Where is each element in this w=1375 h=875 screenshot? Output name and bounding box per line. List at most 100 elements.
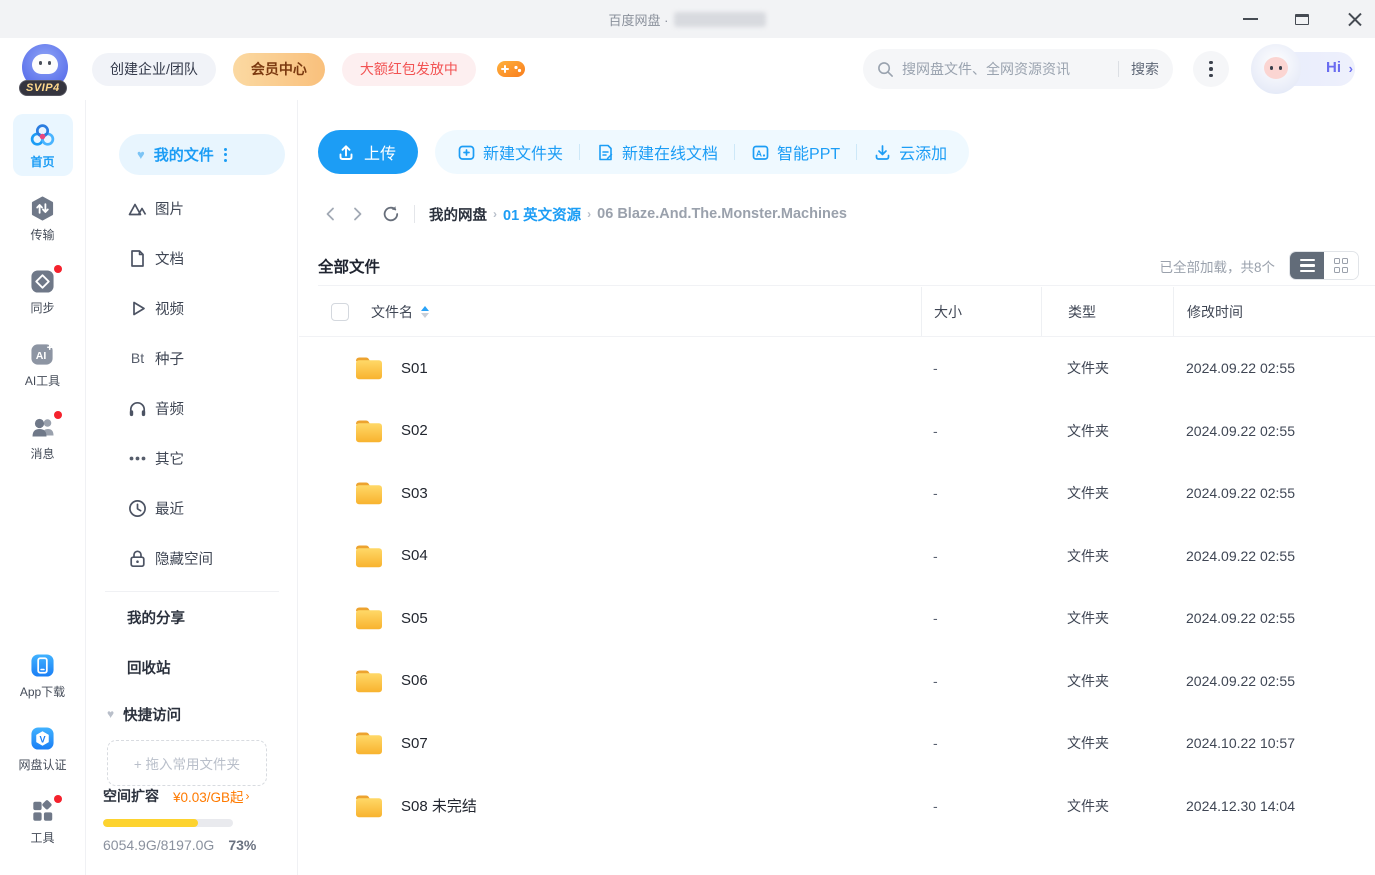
forward-button[interactable]: [344, 201, 370, 227]
nav-certification[interactable]: V 网盘认证: [13, 717, 73, 779]
table-row[interactable]: S02 - 文件夹 2024.09.22 02:55: [299, 400, 1375, 463]
heart-icon-gray: ♥: [107, 707, 115, 721]
file-name[interactable]: S05: [401, 610, 428, 627]
window-title: 百度网盘 ·: [608, 12, 669, 28]
account-avatar-face: [1264, 57, 1288, 79]
smart-ppt-icon: A: [752, 145, 769, 160]
toolbar: 上传 新建文件夹 新建在线文档 A 智能PPT 云添加: [318, 130, 970, 174]
account-entry[interactable]: Hi ›: [1251, 44, 1355, 94]
sidebar-my-files[interactable]: ♥ 我的文件: [119, 134, 285, 175]
table-row[interactable]: S01 - 文件夹 2024.09.22 02:55: [299, 337, 1375, 400]
storage-usage-text: 6054.9G/8197.0G: [103, 837, 215, 853]
table-row[interactable]: S06 - 文件夹 2024.09.22 02:55: [299, 650, 1375, 713]
column-size[interactable]: 大小: [934, 302, 962, 322]
nav-transfer[interactable]: 传输: [13, 187, 73, 249]
upload-button[interactable]: 上传: [318, 130, 419, 174]
ai-tools-icon: AI: [29, 340, 57, 368]
tools-badge: [53, 795, 62, 803]
breadcrumb-parent[interactable]: 01 英文资源: [503, 204, 581, 225]
sidebar-item-hidden-space[interactable]: 隐藏空间: [87, 533, 297, 583]
more-menu-button[interactable]: [1193, 51, 1229, 87]
table-row[interactable]: S03 - 文件夹 2024.09.22 02:55: [299, 462, 1375, 525]
table-row[interactable]: S08 未完结 - 文件夹 2024.12.30 14:04: [299, 775, 1375, 838]
file-name[interactable]: S02: [401, 422, 428, 439]
create-team-button[interactable]: 创建企业/团队: [92, 52, 216, 86]
sidebar-item-torrents[interactable]: Bt 种子: [87, 333, 297, 383]
file-name[interactable]: S08 未完结: [401, 795, 477, 816]
file-size: -: [933, 360, 938, 377]
tools-icon: [29, 795, 62, 825]
file-type: 文件夹: [1067, 735, 1109, 752]
search-divider: [1118, 61, 1119, 77]
sidebar-item-audio[interactable]: 音频: [87, 383, 297, 433]
column-type[interactable]: 类型: [1068, 302, 1096, 322]
storage-price-link[interactable]: ¥0.03/GB起: [173, 786, 244, 806]
search-icon: [878, 61, 893, 77]
sidebar-item-videos[interactable]: 视频: [87, 283, 297, 333]
kebab-menu-icon: [1209, 60, 1213, 78]
user-logo[interactable]: SVIP4: [19, 44, 72, 96]
gamepad-icon[interactable]: [496, 58, 526, 80]
close-button[interactable]: [1343, 8, 1365, 30]
new-folder-button[interactable]: 新建文件夹: [457, 140, 563, 164]
folder-icon: [356, 482, 382, 505]
refresh-button[interactable]: [378, 201, 404, 227]
sync-icon: [29, 265, 62, 295]
file-name[interactable]: S03: [401, 485, 428, 502]
table-row[interactable]: S05 - 文件夹 2024.09.22 02:55: [299, 587, 1375, 650]
list-title: 全部文件: [318, 258, 381, 276]
storage-expand-link[interactable]: 空间扩容: [103, 786, 159, 806]
file-name[interactable]: S04: [401, 547, 428, 564]
column-modified[interactable]: 修改时间: [1187, 302, 1243, 322]
storage-progress-fill: [103, 819, 198, 827]
nav-ai-tools[interactable]: AI AI工具: [13, 333, 73, 395]
nav-app-download[interactable]: App下载: [13, 644, 73, 706]
table-row[interactable]: S04 - 文件夹 2024.09.22 02:55: [299, 525, 1375, 588]
sidebar-item-docs[interactable]: 文档: [87, 233, 297, 283]
file-modified: 2024.09.22 02:55: [1186, 360, 1295, 377]
maximize-button[interactable]: [1291, 8, 1313, 30]
folder-icon: [356, 670, 382, 692]
red-packet-button[interactable]: 大额红包发放中: [341, 52, 476, 86]
file-size: -: [933, 422, 938, 439]
nav-sync[interactable]: 同步: [13, 260, 73, 322]
member-center-button[interactable]: 会员中心: [232, 52, 325, 86]
sidebar-quick-access[interactable]: ♥ 快捷访问: [87, 692, 297, 736]
search-button[interactable]: 搜索: [1131, 59, 1159, 79]
search-input[interactable]: [902, 61, 1106, 77]
smart-ppt-button[interactable]: A 智能PPT: [751, 140, 840, 164]
nav-messages[interactable]: 消息: [13, 406, 73, 468]
minimize-button[interactable]: [1239, 8, 1261, 30]
sync-badge: [53, 265, 62, 273]
grid-view-button[interactable]: [1324, 252, 1358, 279]
clock-icon: [127, 498, 148, 519]
column-name[interactable]: 文件名: [371, 302, 413, 322]
sidebar-recycle-bin[interactable]: 回收站: [87, 642, 297, 692]
file-name[interactable]: S06: [401, 672, 428, 689]
breadcrumb-separator: ›: [587, 207, 592, 221]
sidebar-my-shares[interactable]: 我的分享: [87, 592, 297, 642]
list-view-button[interactable]: [1290, 252, 1324, 279]
nav-tools[interactable]: 工具: [13, 790, 73, 852]
search-bar[interactable]: 搜索: [863, 49, 1173, 89]
table-row[interactable]: S07 - 文件夹 2024.10.22 10:57: [299, 712, 1375, 775]
file-size: -: [933, 547, 938, 564]
quick-access-dropzone[interactable]: + 拖入常用文件夹: [107, 740, 267, 786]
sidebar-item-recent[interactable]: 最近: [87, 483, 297, 533]
file-name[interactable]: S07: [401, 735, 428, 752]
select-all-checkbox[interactable]: [331, 302, 349, 321]
breadcrumb-root[interactable]: 我的网盘: [429, 204, 487, 225]
back-button[interactable]: [318, 201, 344, 227]
heart-icon: ♥: [137, 147, 145, 162]
images-icon: [127, 198, 148, 219]
nav-home[interactable]: 首页: [12, 114, 73, 176]
new-online-doc-button[interactable]: 新建在线文档: [596, 140, 718, 164]
my-files-menu-icon[interactable]: [223, 147, 227, 162]
sidebar-item-other[interactable]: 其它: [87, 433, 297, 483]
cloud-add-button[interactable]: 云添加: [873, 140, 947, 164]
file-name[interactable]: S01: [401, 360, 428, 377]
file-size: -: [933, 797, 938, 814]
svg-text:A: A: [756, 148, 762, 158]
sidebar-item-images[interactable]: 图片: [87, 183, 297, 233]
sort-icon[interactable]: [421, 305, 429, 318]
